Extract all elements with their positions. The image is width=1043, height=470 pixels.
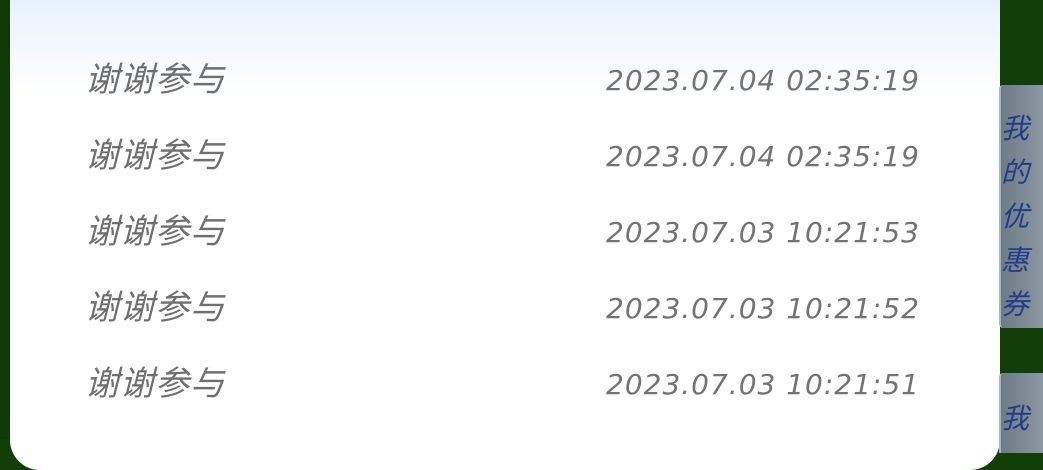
list-item: 谢谢参与 2023.07.04 02:35:19 — [10, 56, 1000, 106]
list-item: 谢谢参与 2023.07.03 10:21:52 — [10, 284, 1000, 334]
record-time: 2023.07.04 02:35:19 — [606, 64, 920, 97]
record-label: 谢谢参与 — [85, 60, 225, 100]
record-label: 谢谢参与 — [85, 288, 225, 328]
my-coupons-tab-label: 我的优惠券 — [1001, 112, 1030, 321]
side-tab-2[interactable]: 我 — [999, 373, 1043, 453]
list-item: 谢谢参与 2023.07.03 10:21:53 — [10, 208, 1000, 258]
record-list-panel: 谢谢参与 2023.07.04 02:35:19 谢谢参与 2023.07.04… — [10, 0, 1000, 470]
side-tab-2-label: 我 — [1001, 402, 1030, 435]
left-background-strip — [0, 0, 10, 439]
list-item: 谢谢参与 2023.07.04 02:35:19 — [10, 132, 1000, 182]
record-label: 谢谢参与 — [85, 364, 225, 404]
my-coupons-tab[interactable]: 我的优惠券 — [999, 85, 1043, 328]
record-time: 2023.07.04 02:35:19 — [606, 140, 920, 173]
record-time: 2023.07.03 10:21:53 — [606, 216, 920, 249]
record-time: 2023.07.03 10:21:51 — [606, 368, 920, 401]
list-item: 谢谢参与 2023.07.03 10:21:51 — [10, 360, 1000, 410]
record-label: 谢谢参与 — [85, 212, 225, 252]
record-time: 2023.07.03 10:21:52 — [606, 292, 920, 325]
record-label: 谢谢参与 — [85, 136, 225, 176]
